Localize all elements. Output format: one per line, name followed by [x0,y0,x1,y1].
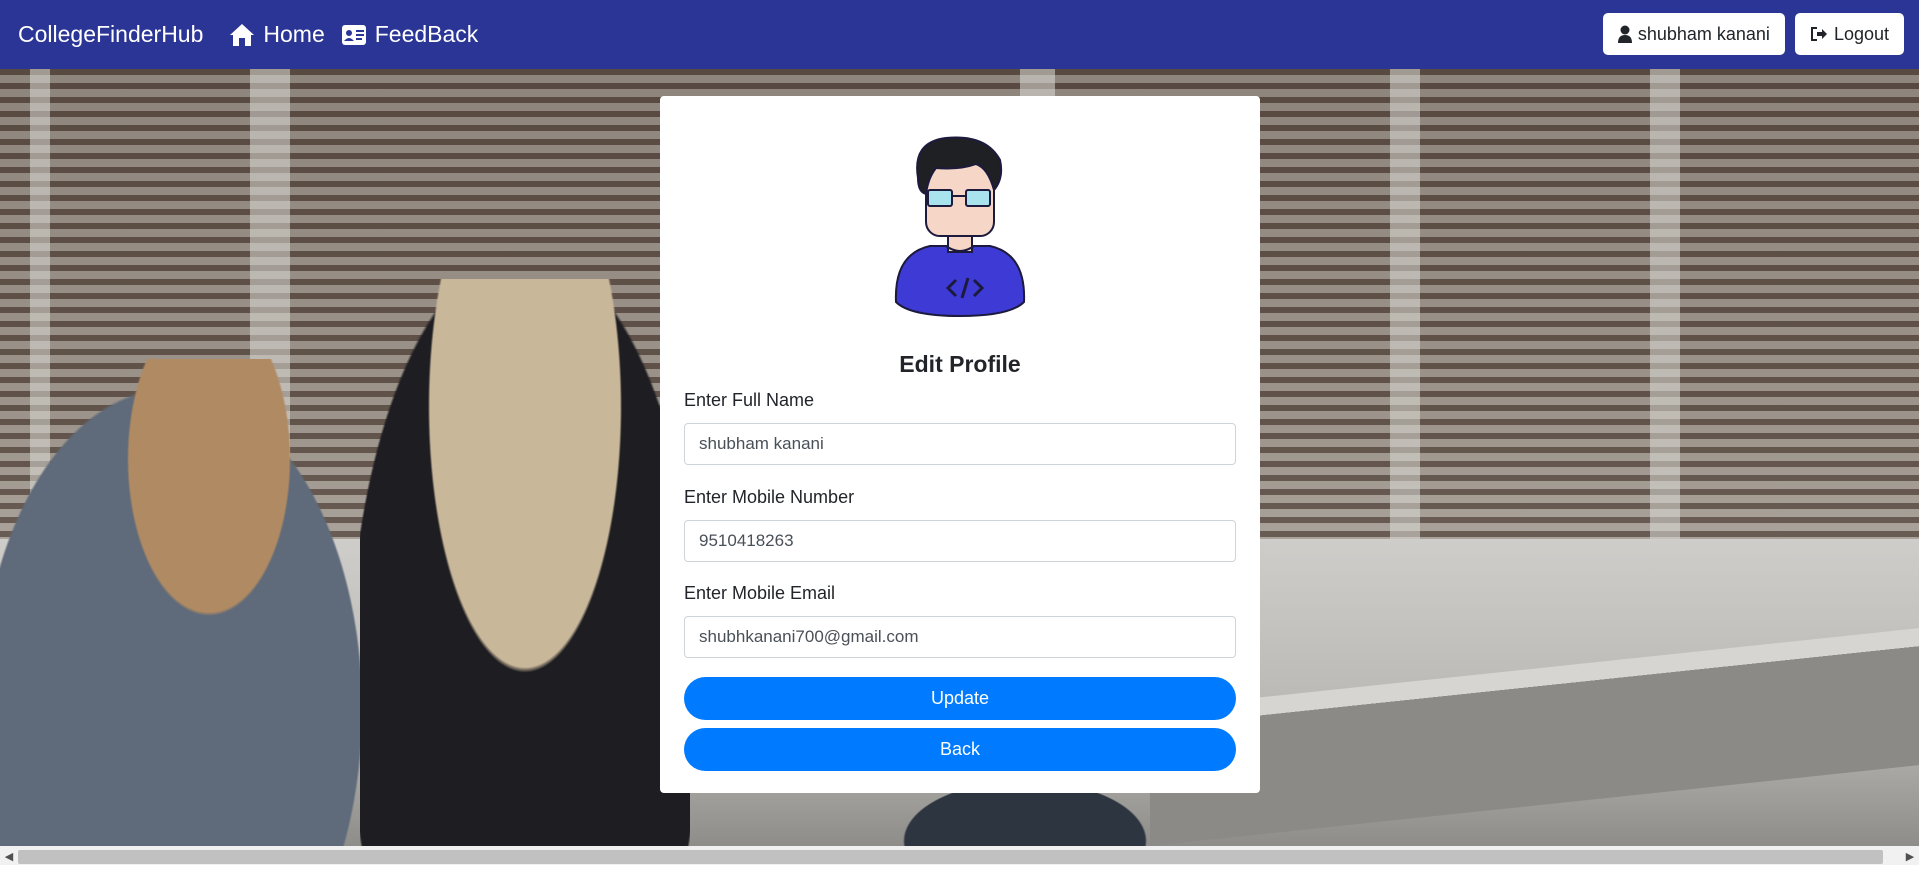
navbar-right-group: shubham kanani Logout [1602,13,1904,55]
full-name-input[interactable] [684,423,1236,465]
logout-icon [1810,27,1827,41]
user-name-label: shubham kanani [1637,23,1770,44]
developer-avatar-icon [894,136,1026,318]
person-left [0,359,380,846]
pillar [1650,69,1680,549]
bottom-strip [0,865,1919,869]
nav-home-link[interactable]: Home [229,21,325,48]
user-profile-button[interactable]: shubham kanani [1602,13,1785,55]
nav-home-label: Home [263,21,325,47]
person-center [360,279,690,846]
update-button[interactable]: Update [684,677,1236,720]
nav-feedback-label: FeedBack [374,21,479,47]
logout-label: Logout [1833,23,1889,44]
home-icon [230,23,255,46]
edit-profile-card: Edit Profile Enter Full Name Enter Mobil… [660,96,1260,793]
mobile-number-label: Enter Mobile Number [684,487,855,507]
pillar [1390,69,1420,549]
scrollbar-thumb[interactable] [18,850,1883,864]
logout-button[interactable]: Logout [1794,13,1904,55]
id-card-icon [341,24,366,45]
scroll-left-arrow-icon[interactable]: ◀ [2,850,16,864]
user-icon [1617,25,1632,43]
email-input[interactable] [684,616,1236,658]
brand-logo[interactable]: CollegeFinderHub [18,21,203,48]
top-navbar: CollegeFinderHub Home FeedBack shubham k… [0,0,1919,69]
scroll-right-arrow-icon[interactable]: ▶ [1903,850,1917,864]
back-button[interactable]: Back [684,728,1236,771]
nav-feedback-link[interactable]: FeedBack [341,21,479,48]
mobile-number-input[interactable] [684,520,1236,562]
full-name-label: Enter Full Name [684,390,815,410]
page-title: Edit Profile [899,351,1021,377]
email-label: Enter Mobile Email [684,583,836,603]
